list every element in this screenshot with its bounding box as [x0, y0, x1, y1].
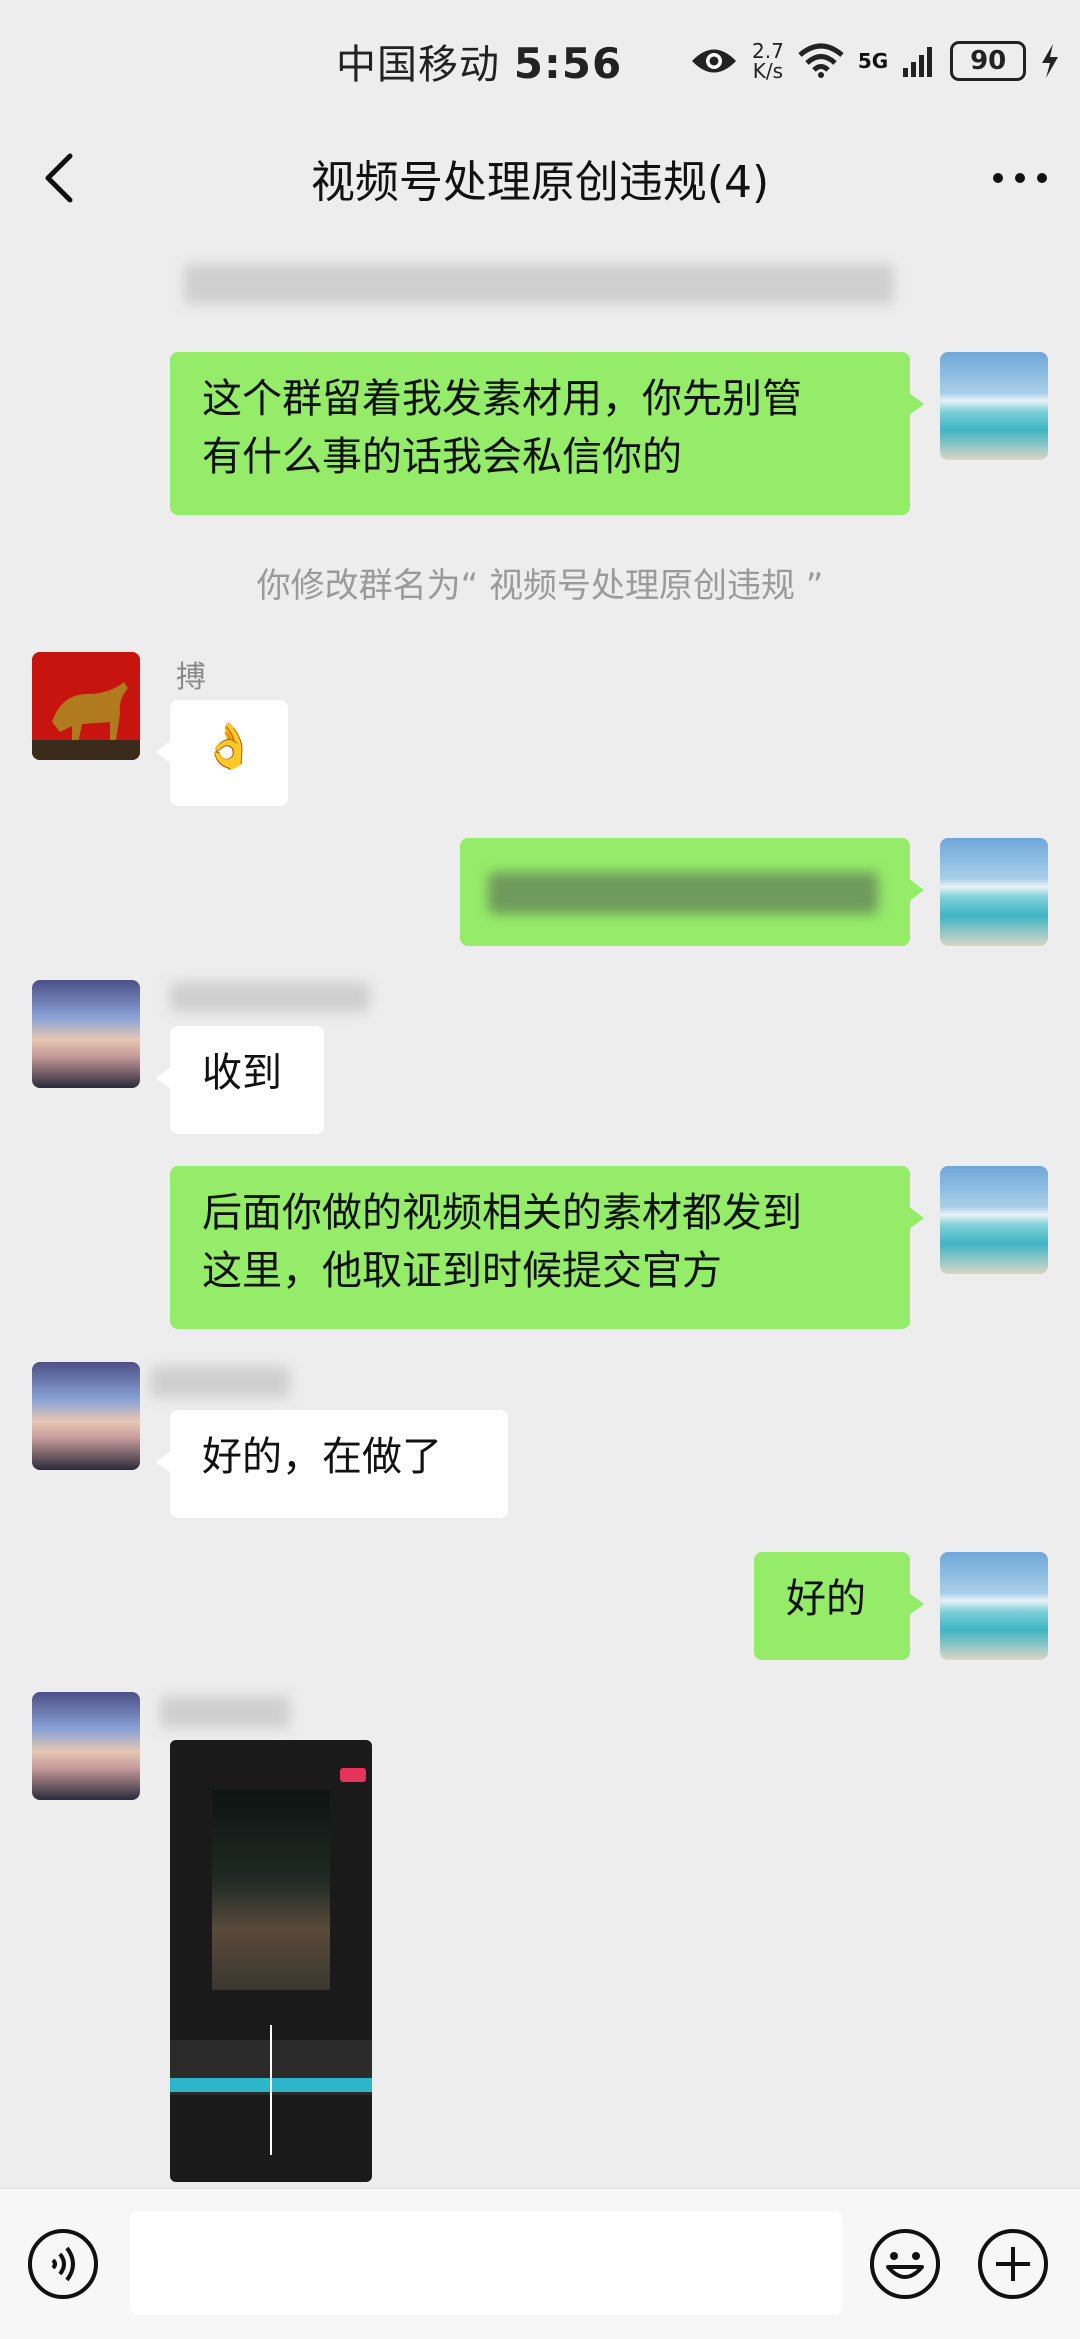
chat-title: 视频号处理原创违规(4) — [310, 157, 770, 208]
message-line: 这里，他取证到时候提交官方 — [202, 1248, 722, 1294]
my-avatar[interactable] — [940, 1166, 1048, 1274]
incoming-message[interactable]: 好的，在做了 — [156, 1410, 508, 1518]
status-carrier-time: 中国移动 5:56 — [336, 32, 622, 90]
eye-icon — [692, 49, 736, 73]
blurred-text — [488, 872, 878, 914]
blurred-timestamp — [184, 264, 894, 304]
outgoing-message[interactable]: 后面你做的视频相关的素材都发到 这里，他取证到时候提交官方 — [170, 1166, 924, 1329]
export-badge — [340, 1768, 366, 1782]
message-line: 这个群留着我发素材用，你先别管 — [202, 376, 802, 422]
input-bar — [0, 2188, 1080, 2339]
voice-input-icon[interactable] — [26, 2227, 100, 2301]
sender-name: 搏 — [176, 660, 206, 695]
more-options-icon[interactable] — [980, 148, 1060, 208]
message-text: 收到 — [202, 1050, 282, 1096]
my-avatar[interactable] — [940, 352, 1048, 460]
charging-bolt-icon — [1042, 44, 1059, 78]
bull-icon — [32, 652, 140, 760]
member-avatar[interactable] — [32, 1362, 140, 1470]
message-line: 后面你做的视频相关的素材都发到 — [202, 1190, 802, 1236]
outgoing-message[interactable]: 好的 — [754, 1552, 924, 1660]
outgoing-message[interactable]: 这个群留着我发素材用，你先别管 有什么事的话我会私信你的 — [170, 352, 924, 515]
emoji-icon[interactable] — [868, 2227, 942, 2301]
chat-header: 视频号处理原创违规(4) — [0, 120, 1080, 230]
my-avatar[interactable] — [940, 1552, 1048, 1660]
message-text: 好的，在做了 — [202, 1434, 442, 1480]
member-avatar[interactable] — [32, 1692, 140, 1800]
incoming-message[interactable]: 👌 — [156, 700, 288, 806]
playhead — [270, 2025, 272, 2155]
member-avatar[interactable] — [32, 980, 140, 1088]
status-bar: 中国移动 5:56 2.7 K/s 5G 90 — [0, 0, 1080, 120]
message-line: 有什么事的话我会私信你的 — [202, 434, 682, 480]
blurred-sender-name — [170, 982, 370, 1012]
blurred-sender-name — [150, 1366, 290, 1398]
network-type: 5G — [857, 49, 889, 73]
net-speed-unit: K/s — [752, 59, 784, 83]
image-message[interactable] — [170, 1740, 372, 2182]
message-text: 好的 — [786, 1576, 866, 1622]
battery-level: 90 — [950, 41, 1027, 81]
status-time: 5:56 — [513, 39, 623, 88]
carrier-name: 中国移动 — [336, 42, 500, 88]
blurred-sender-name — [160, 1696, 290, 1728]
my-avatar[interactable] — [940, 838, 1048, 946]
wifi-icon — [798, 43, 844, 78]
message-input[interactable] — [130, 2211, 842, 2315]
net-speed-value: 2.7 — [752, 39, 784, 63]
incoming-message[interactable]: 收到 — [156, 1026, 324, 1134]
video-preview-thumbnail — [212, 1790, 330, 1990]
ok-hand-emoji: 👌 — [201, 721, 257, 772]
signal-icon — [903, 47, 933, 77]
net-speed: 2.7 K/s — [752, 41, 784, 81]
member-avatar-bo[interactable] — [32, 652, 140, 760]
system-notice: 你修改群名为“ 视频号处理原创违规 ” — [256, 566, 824, 606]
plus-icon[interactable] — [976, 2227, 1050, 2301]
status-icons: 2.7 K/s 5G 90 — [690, 36, 1060, 86]
outgoing-message-blurred[interactable] — [460, 838, 924, 946]
